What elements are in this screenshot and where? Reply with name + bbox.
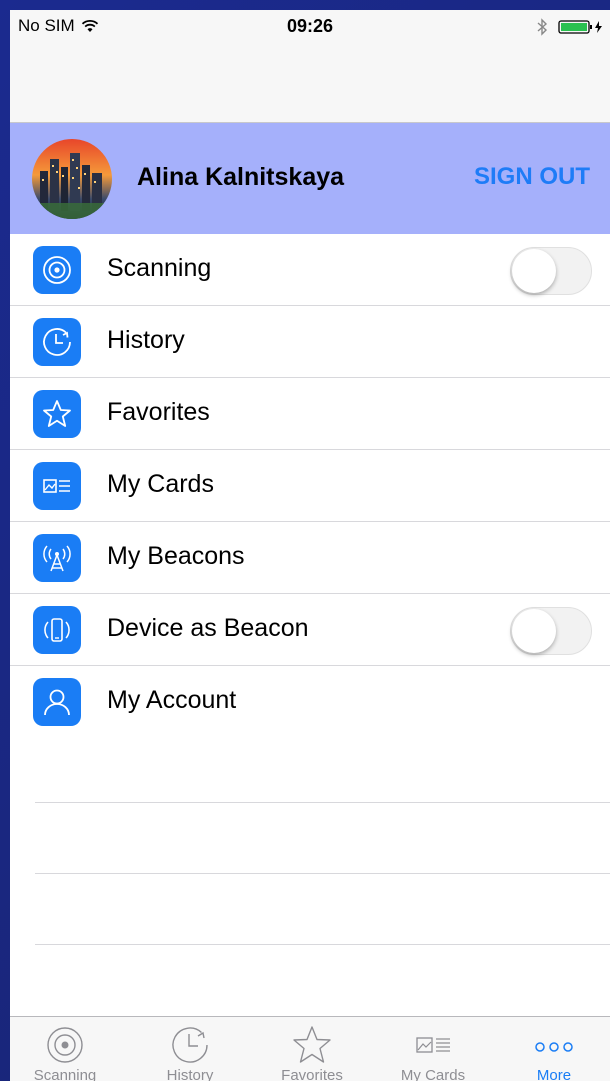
sign-out-button[interactable]: SIGN OUT [474,163,590,191]
tab-label: Favorites [281,1067,343,1081]
app-screen: No SIM 09:26 Alina Kalnitskaya SIGN OUT … [10,10,610,1081]
avatar[interactable] [32,139,112,219]
divider [35,802,610,803]
scanning-icon [47,1027,83,1063]
toggle-knob [512,249,556,293]
menu-item-label: My Cards [107,470,214,498]
menu-item-label: History [107,326,185,354]
history-icon [172,1027,208,1063]
menu-item-label: Scanning [107,254,212,282]
scanning-icon [33,246,81,294]
menu-item-device-as-beacon[interactable]: Device as Beacon [10,594,610,666]
menu-item-label: My Beacons [107,542,245,570]
tab-favorites[interactable]: Favorites [262,1017,362,1081]
menu-item-label: My Account [107,686,237,714]
tab-label: History [166,1067,214,1081]
cards-icon [33,462,81,510]
tab-my-cards[interactable]: My Cards [383,1017,483,1081]
menu-item-label: Device as Beacon [107,614,309,642]
user-name: Alina Kalnitskaya [137,163,345,191]
star-icon [33,390,81,438]
tab-more[interactable]: More [504,1017,604,1081]
more-icon [535,1042,573,1052]
avatar-image [32,139,112,219]
divider [35,873,610,874]
menu-item-my-beacons[interactable]: My Beacons [10,522,610,594]
tab-history[interactable]: History [140,1017,240,1081]
menu-item-favorites[interactable]: Favorites [10,378,610,450]
navigation-bar [10,44,610,123]
tab-bar: Scanning History Favorites My Cards More [10,1016,610,1081]
menu-item-scanning[interactable]: Scanning [10,234,610,306]
tab-label: More [536,1067,572,1081]
tab-label: My Cards [400,1067,466,1081]
empty-rows [10,732,610,1016]
beacon-icon [33,534,81,582]
menu-list: Scanning History Favorites My Cards My B… [10,234,610,738]
menu-item-label: Favorites [107,398,210,426]
toggle-knob [512,609,556,653]
battery-icon [558,20,602,34]
cards-icon [416,1037,450,1053]
menu-item-my-account[interactable]: My Account [10,666,610,738]
star-icon [293,1026,331,1063]
status-right [536,18,604,36]
account-icon [33,678,81,726]
history-icon [33,318,81,366]
device-icon [33,606,81,654]
device-beacon-toggle[interactable] [510,607,592,655]
tab-scanning[interactable]: Scanning [15,1017,115,1081]
status-bar: No SIM 09:26 [10,10,610,44]
bluetooth-icon [537,18,548,36]
scanning-toggle[interactable] [510,247,592,295]
profile-header: Alina Kalnitskaya SIGN OUT [10,123,610,234]
tab-label: Scanning [33,1067,97,1081]
divider [35,944,610,945]
status-time: 09:26 [286,16,334,36]
menu-item-my-cards[interactable]: My Cards [10,450,610,522]
menu-item-history[interactable]: History [10,306,610,378]
